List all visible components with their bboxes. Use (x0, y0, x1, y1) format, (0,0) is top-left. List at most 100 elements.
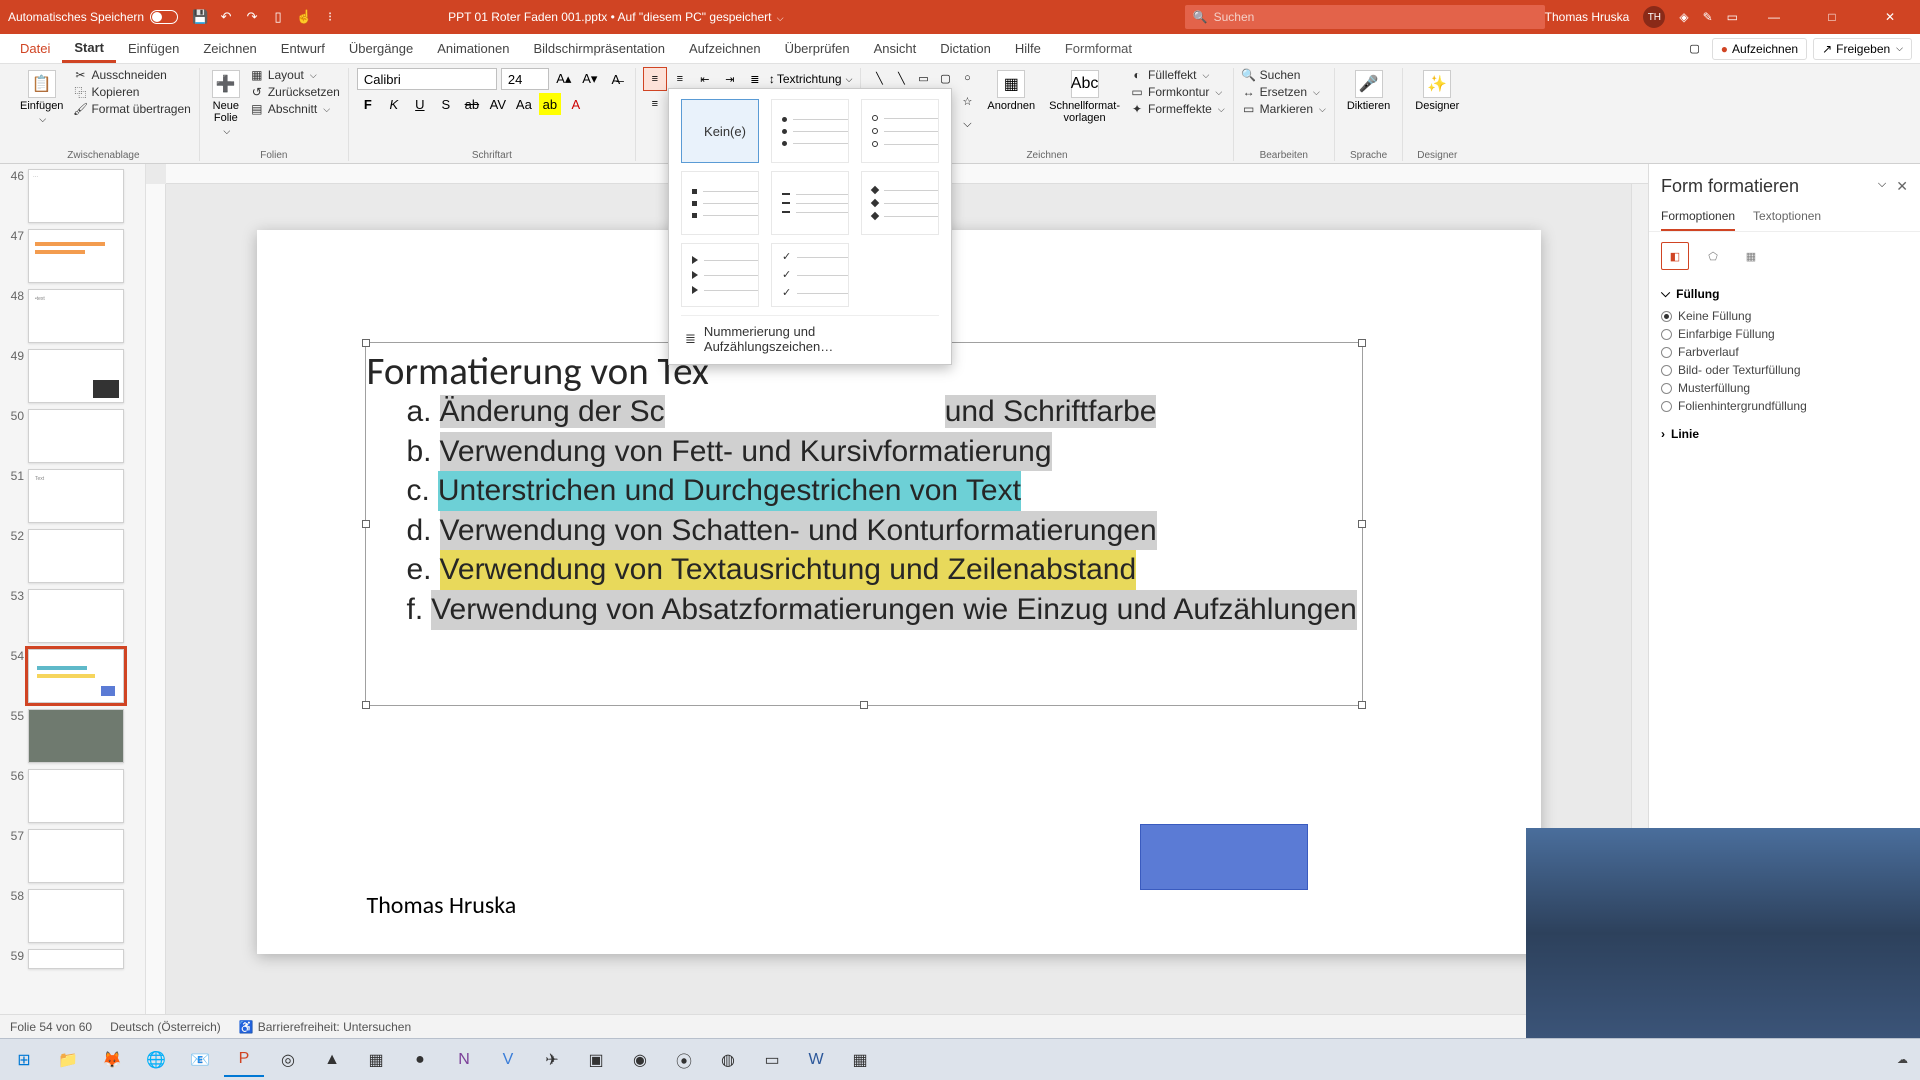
thumb-row[interactable]: 49 (0, 346, 145, 406)
word-icon[interactable]: W (796, 1043, 836, 1077)
bullet-option-none[interactable]: Kein(e) (681, 99, 759, 163)
numbering-button[interactable]: ≡ (669, 68, 691, 90)
fill-pattern-radio[interactable]: Musterfüllung (1661, 379, 1908, 397)
redo-icon[interactable]: ↷ (244, 9, 260, 25)
bullet-option-check[interactable]: ✓ ✓ ✓ (771, 243, 849, 307)
thumb-row[interactable]: 47 (0, 226, 145, 286)
resize-handle[interactable] (860, 701, 868, 709)
fill-solid-radio[interactable]: Einfarbige Füllung (1661, 325, 1908, 343)
bullet-more-options[interactable]: ≣ Nummerierung und Aufzählungszeichen… (681, 315, 939, 358)
thumb-row[interactable]: 51Text (0, 466, 145, 526)
onenote-icon[interactable]: N (444, 1043, 484, 1077)
app-icon[interactable]: ● (400, 1043, 440, 1077)
shadow-button[interactable]: S (435, 93, 457, 115)
bullet-option-filled-round[interactable] (771, 99, 849, 163)
text-direction-button[interactable]: ↕Textrichtung⌵ (769, 68, 853, 90)
change-case-button[interactable]: Aa (513, 93, 535, 115)
language-status[interactable]: Deutsch (Österreich) (110, 1020, 221, 1034)
chrome-icon[interactable]: 🌐 (136, 1043, 176, 1077)
resize-handle[interactable] (362, 701, 370, 709)
chevron-down-icon[interactable]: ⌵ (777, 13, 784, 23)
char-spacing-button[interactable]: AV (487, 93, 509, 115)
line-spacing-button[interactable]: ≣ (744, 68, 766, 90)
cut-button[interactable]: ✂Ausschneiden (73, 68, 190, 82)
bullets-button[interactable]: ≡ (644, 68, 666, 90)
highlight-button[interactable]: ab (539, 93, 561, 115)
shape-oval[interactable]: ○ (957, 68, 977, 88)
tab-start[interactable]: Start (62, 34, 116, 63)
bullet-option-dash[interactable] (771, 171, 849, 235)
undo-icon[interactable]: ↶ (218, 9, 234, 25)
designer-button[interactable]: ✨ Designer (1411, 68, 1463, 114)
copy-button[interactable]: ⿻Kopieren (73, 85, 190, 99)
effects-icon[interactable]: ⬠ (1699, 242, 1727, 270)
close-icon[interactable]: ✕ (1868, 0, 1912, 34)
resize-handle[interactable] (362, 520, 370, 528)
tab-einfuegen[interactable]: Einfügen (116, 34, 191, 63)
explorer-icon[interactable]: 📁 (48, 1043, 88, 1077)
app-icon[interactable]: ▦ (356, 1043, 396, 1077)
quick-styles-button[interactable]: Abc Schnellformat- vorlagen (1045, 68, 1124, 126)
pane-tab-text[interactable]: Textoptionen (1753, 205, 1821, 231)
bullet-option-square[interactable] (681, 171, 759, 235)
app-icon[interactable]: ◎ (268, 1043, 308, 1077)
resize-handle[interactable] (1358, 339, 1366, 347)
search-box[interactable]: 🔍 (1185, 5, 1545, 29)
search-input[interactable] (1214, 10, 1537, 24)
bold-button[interactable]: F (357, 93, 379, 115)
app-icon[interactable]: ▭ (752, 1043, 792, 1077)
start-button[interactable]: ⊞ (4, 1043, 44, 1077)
outlook-icon[interactable]: 📧 (180, 1043, 220, 1077)
resize-handle[interactable] (362, 339, 370, 347)
telegram-icon[interactable]: ✈ (532, 1043, 572, 1077)
thumb-row[interactable]: 54 (0, 646, 145, 706)
decrease-indent-button[interactable]: ⇤ (694, 68, 716, 90)
thumb-row[interactable]: 56 (0, 766, 145, 826)
thumb-48[interactable]: •text (28, 289, 124, 343)
font-color-button[interactable]: A (565, 93, 587, 115)
tab-dictation[interactable]: Dictation (928, 34, 1003, 63)
thumb-row[interactable]: 50 (0, 406, 145, 466)
font-name-input[interactable] (357, 68, 497, 90)
tab-animationen[interactable]: Animationen (425, 34, 521, 63)
thumb-49[interactable] (28, 349, 124, 403)
align-left-button[interactable]: ≡ (644, 93, 666, 115)
weather-icon[interactable]: ☁ (1897, 1053, 1908, 1066)
thumb-row[interactable]: 59 (0, 946, 145, 972)
find-button[interactable]: 🔍Suchen (1242, 68, 1326, 82)
record-button[interactable]: ● Aufzeichnen (1712, 38, 1807, 60)
fill-line-icon[interactable]: ◧ (1661, 242, 1689, 270)
tab-uebergaenge[interactable]: Übergänge (337, 34, 425, 63)
thumb-59[interactable] (28, 949, 124, 969)
select-button[interactable]: ▭Markieren⌵ (1242, 102, 1326, 116)
tab-hilfe[interactable]: Hilfe (1003, 34, 1053, 63)
arrange-button[interactable]: ▦ Anordnen (983, 68, 1039, 114)
draw-tools-icon[interactable]: ✎ (1703, 10, 1713, 24)
qat-more-icon[interactable]: ⁝ (322, 9, 338, 25)
shape-more[interactable]: ⌵ (957, 114, 977, 134)
tab-ueberpruefen[interactable]: Überprüfen (773, 34, 862, 63)
shape-rrect[interactable]: ▢ (935, 68, 955, 88)
font-size-input[interactable] (501, 68, 549, 90)
paste-button[interactable]: 📋 Einfügen ⌵ (16, 68, 67, 127)
app-icon[interactable]: ▣ (576, 1043, 616, 1077)
thumb-52[interactable] (28, 529, 124, 583)
tab-aufzeichnen[interactable]: Aufzeichnen (677, 34, 773, 63)
blue-rectangle-shape[interactable] (1140, 824, 1308, 890)
tab-bildschirm[interactable]: Bildschirmpräsentation (521, 34, 677, 63)
strike-button[interactable]: ab (461, 93, 483, 115)
thumb-row[interactable]: 57 (0, 826, 145, 886)
autosave-toggle[interactable]: Automatisches Speichern (8, 10, 178, 24)
bullet-option-arrow[interactable] (681, 243, 759, 307)
user-avatar[interactable]: TH (1643, 6, 1665, 28)
pane-options-icon[interactable]: ⌵ (1878, 178, 1886, 195)
increase-indent-button[interactable]: ⇥ (719, 68, 741, 90)
resize-handle[interactable] (1358, 701, 1366, 709)
fill-gradient-radio[interactable]: Farbverlauf (1661, 343, 1908, 361)
tab-ansicht[interactable]: Ansicht (862, 34, 929, 63)
tab-entwurf[interactable]: Entwurf (269, 34, 337, 63)
shape-fill-button[interactable]: ◐Fülleffekt⌵ (1130, 68, 1225, 82)
line-section-header[interactable]: ›Linie (1661, 427, 1908, 441)
accessibility-status[interactable]: ♿Barrierefreiheit: Untersuchen (239, 1020, 411, 1034)
obs-icon[interactable]: ⦿ (664, 1043, 704, 1077)
